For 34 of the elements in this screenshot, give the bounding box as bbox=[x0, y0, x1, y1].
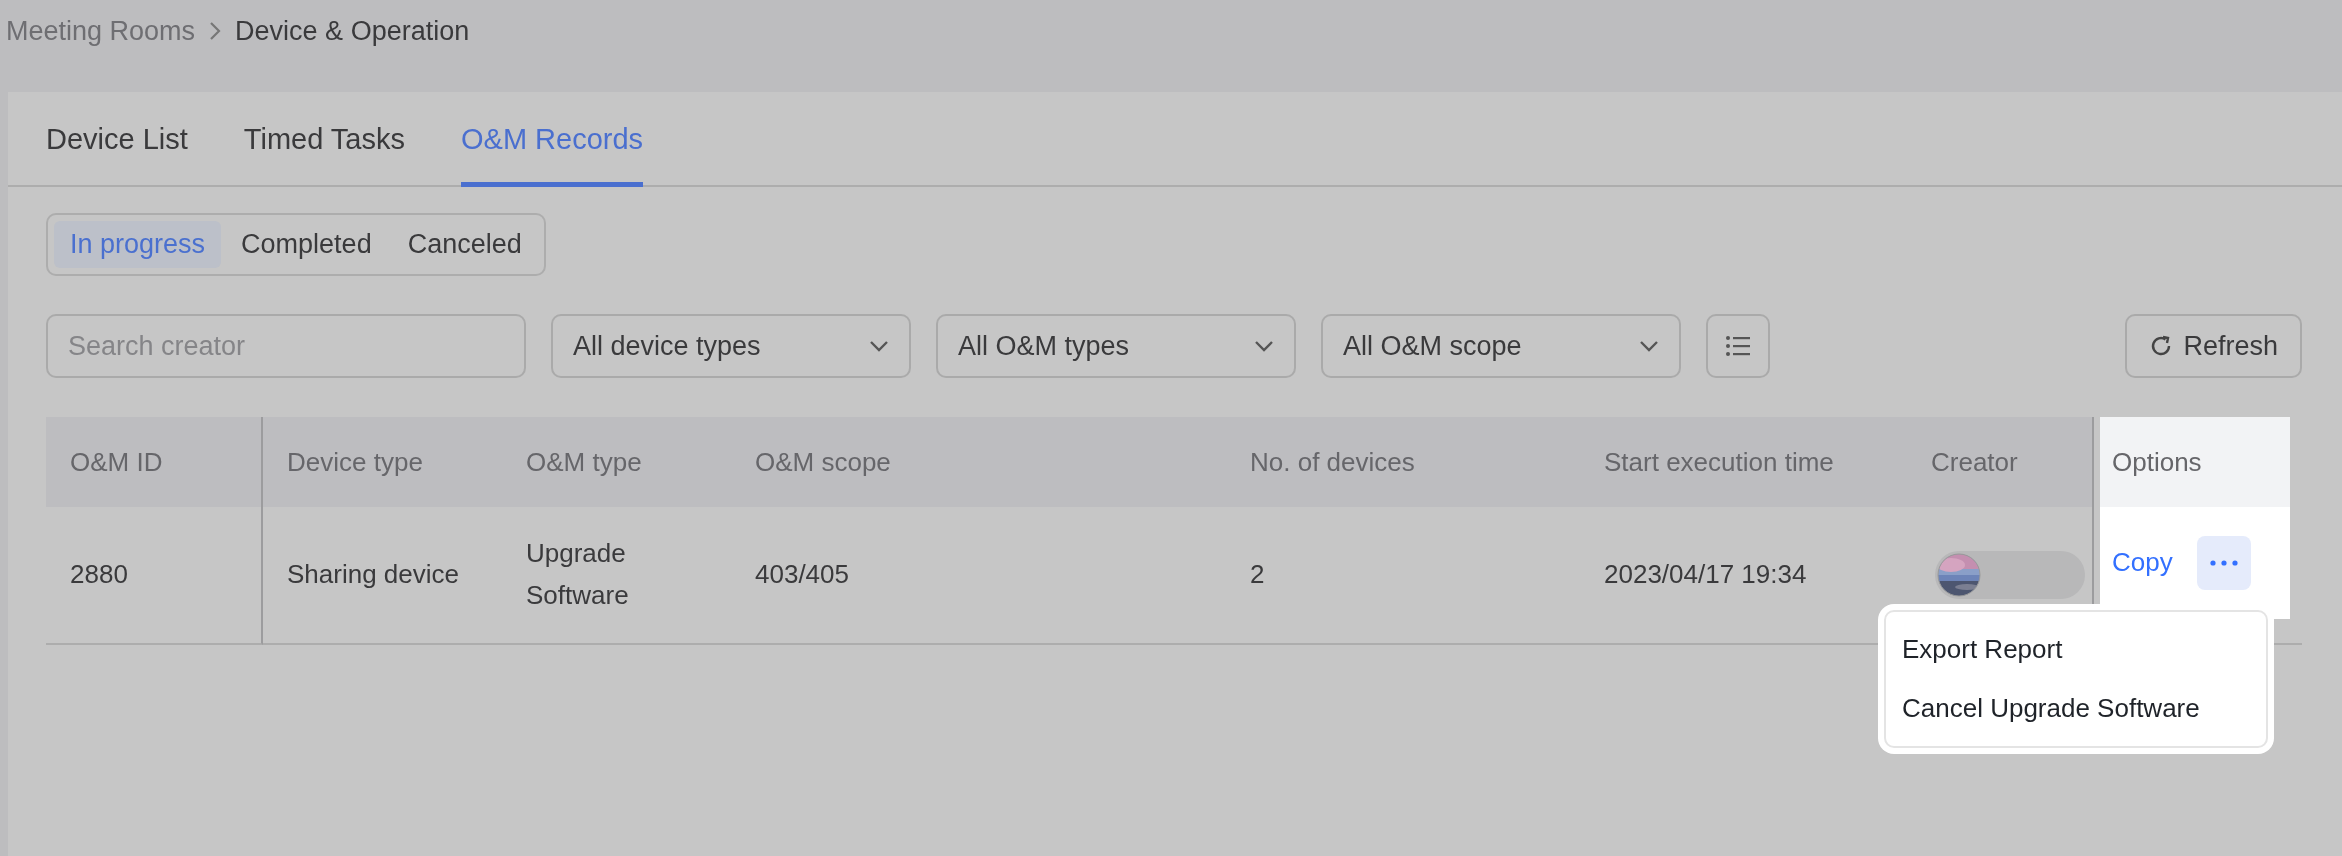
dropdown[interactable]: All O&M scope bbox=[1321, 314, 1681, 378]
column-header: O&M type bbox=[502, 417, 731, 507]
chevron-right-icon bbox=[209, 21, 222, 41]
menu-item[interactable]: Export Report bbox=[1886, 620, 2266, 679]
status-option[interactable]: Completed bbox=[225, 221, 388, 268]
more-icon bbox=[2209, 560, 2238, 566]
dropdown[interactable]: All O&M types bbox=[936, 314, 1296, 378]
column-header: Start execution time bbox=[1580, 417, 1907, 507]
status-option[interactable]: Canceled bbox=[391, 221, 538, 268]
chevron-down-icon bbox=[1639, 340, 1659, 352]
copy-link[interactable]: Copy bbox=[2112, 542, 2173, 584]
table-cell-text: Sharing device bbox=[287, 558, 459, 592]
dropdown[interactable]: All device types bbox=[551, 314, 911, 378]
table-cell-text: 2 bbox=[1250, 558, 1265, 592]
search-field[interactable]: Search creator bbox=[46, 314, 526, 378]
table-cell-text: 403/405 bbox=[755, 558, 849, 592]
column-settings-button[interactable] bbox=[1706, 314, 1770, 378]
table-cell-text: Upgrade Software bbox=[526, 537, 630, 612]
breadcrumb-item: Device & Operation bbox=[235, 15, 470, 47]
refresh-button[interactable]: Refresh bbox=[2125, 314, 2302, 378]
column-header: Options bbox=[2100, 417, 2290, 507]
column-header: O&M scope bbox=[731, 417, 1226, 507]
column-header: No. of devices bbox=[1226, 417, 1580, 507]
column-header: Device type bbox=[263, 417, 502, 507]
column-header: O&M ID bbox=[46, 417, 263, 507]
column-header: Creator bbox=[1907, 417, 2092, 507]
tab[interactable]: Device List bbox=[46, 92, 188, 187]
tab[interactable]: Timed Tasks bbox=[243, 92, 405, 187]
table-cell-text: 2023/04/17 19:34 bbox=[1604, 558, 1807, 592]
menu-item[interactable]: Cancel Upgrade Software bbox=[1886, 679, 2266, 738]
chevron-down-icon bbox=[1254, 340, 1274, 352]
table-cell-text: 2880 bbox=[70, 558, 128, 592]
list-icon bbox=[1725, 335, 1751, 357]
chevron-down-icon bbox=[869, 340, 889, 352]
